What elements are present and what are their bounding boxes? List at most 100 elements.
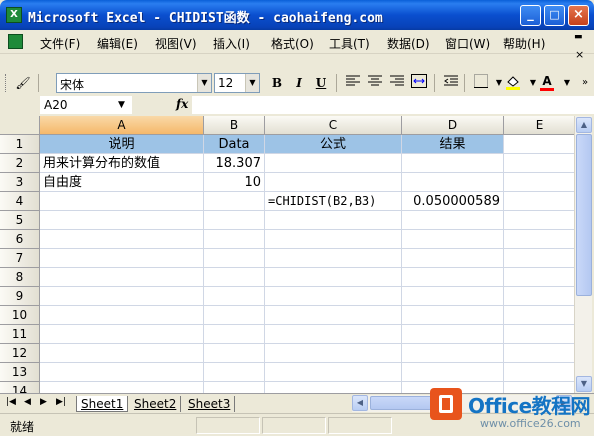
chevron-down-icon[interactable]: ▼	[118, 100, 125, 110]
cell-c14[interactable]	[265, 382, 402, 393]
toolbar-options-icon[interactable]: »	[576, 74, 594, 92]
cell-d12[interactable]	[402, 344, 504, 363]
cell-c7[interactable]	[265, 249, 402, 268]
cell-a4[interactable]	[40, 192, 204, 211]
cell-e9[interactable]	[504, 287, 574, 306]
cell-c10[interactable]	[265, 306, 402, 325]
menu-data[interactable]: 数据(D)	[387, 35, 430, 52]
workbook-icon[interactable]	[8, 34, 23, 49]
chevron-down-icon[interactable]: ▼	[197, 74, 211, 92]
row-header[interactable]: 2	[0, 154, 40, 173]
cell-e11[interactable]	[504, 325, 574, 344]
cell-d2[interactable]	[402, 154, 504, 173]
cell-a13[interactable]	[40, 363, 204, 382]
cell-e4[interactable]	[504, 192, 574, 211]
next-sheet-icon[interactable]: ▶	[40, 397, 47, 407]
cell-c6[interactable]	[265, 230, 402, 249]
menu-window[interactable]: 窗口(W)	[445, 35, 490, 52]
cell-a10[interactable]	[40, 306, 204, 325]
row-header[interactable]: 6	[0, 230, 40, 249]
cell-a9[interactable]	[40, 287, 204, 306]
cell-a3[interactable]: 自由度	[40, 173, 204, 192]
cell-e10[interactable]	[504, 306, 574, 325]
row-header[interactable]: 3	[0, 173, 40, 192]
cell-a2[interactable]: 用来计算分布的数值	[40, 154, 204, 173]
scroll-left-button[interactable]: ◀	[352, 395, 368, 411]
font-name-select[interactable]: 宋体 ▼	[56, 73, 212, 93]
cell-b14[interactable]	[204, 382, 265, 393]
cell-b12[interactable]	[204, 344, 265, 363]
cell-b9[interactable]	[204, 287, 265, 306]
menu-insert[interactable]: 插入(I)	[213, 35, 250, 52]
cell-b5[interactable]	[204, 211, 265, 230]
sheet-tab-sheet3[interactable]: Sheet3	[184, 396, 236, 412]
format-painter-icon[interactable]: 🖌	[14, 74, 32, 92]
cell-b1[interactable]: Data	[204, 135, 265, 154]
chevron-down-icon[interactable]: ▼	[245, 74, 259, 92]
vertical-scrollbar[interactable]: ▲ ▼	[574, 116, 592, 393]
cell-b2[interactable]: 18.307	[204, 154, 265, 173]
doc-close-button[interactable]: ×	[575, 48, 584, 61]
cell-c2[interactable]	[265, 154, 402, 173]
row-header[interactable]: 7	[0, 249, 40, 268]
font-size-select[interactable]: 12 ▼	[214, 73, 260, 93]
prev-sheet-icon[interactable]: ◀	[24, 397, 31, 407]
cell-b7[interactable]	[204, 249, 265, 268]
cell-d8[interactable]	[402, 268, 504, 287]
menu-view[interactable]: 视图(V)	[155, 35, 197, 52]
vertical-scroll-thumb[interactable]	[576, 134, 592, 296]
borders-icon[interactable]	[472, 74, 490, 92]
row-header[interactable]: 13	[0, 363, 40, 382]
cell-c4[interactable]: =CHIDIST(B2,B3)	[265, 192, 402, 211]
cell-d11[interactable]	[402, 325, 504, 344]
cell-d6[interactable]	[402, 230, 504, 249]
row-header[interactable]: 1	[0, 135, 40, 154]
cell-a6[interactable]	[40, 230, 204, 249]
menu-file[interactable]: 文件(F)	[40, 35, 80, 52]
cell-a14[interactable]	[40, 382, 204, 393]
first-sheet-icon[interactable]: |◀	[6, 397, 16, 407]
cell-d3[interactable]	[402, 173, 504, 192]
row-header[interactable]: 12	[0, 344, 40, 363]
cell-c9[interactable]	[265, 287, 402, 306]
cell-d10[interactable]	[402, 306, 504, 325]
cell-a8[interactable]	[40, 268, 204, 287]
sheet-tab-sheet2[interactable]: Sheet2	[130, 396, 182, 412]
row-header[interactable]: 11	[0, 325, 40, 344]
cell-c3[interactable]	[265, 173, 402, 192]
cell-c13[interactable]	[265, 363, 402, 382]
maximize-button[interactable]: □	[544, 5, 565, 26]
cell-e1[interactable]	[504, 135, 574, 154]
row-header[interactable]: 9	[0, 287, 40, 306]
underline-button[interactable]: U	[312, 74, 330, 92]
cell-d7[interactable]	[402, 249, 504, 268]
cell-a7[interactable]	[40, 249, 204, 268]
cell-c8[interactable]	[265, 268, 402, 287]
align-left-icon[interactable]	[344, 74, 362, 92]
cell-c1[interactable]: 公式	[265, 135, 402, 154]
cell-a5[interactable]	[40, 211, 204, 230]
row-header[interactable]: 10	[0, 306, 40, 325]
cell-c11[interactable]	[265, 325, 402, 344]
menu-edit[interactable]: 编辑(E)	[97, 35, 138, 52]
menu-tools[interactable]: 工具(T)	[329, 35, 370, 52]
cell-d1[interactable]: 结果	[402, 135, 504, 154]
cell-a1[interactable]: 说明	[40, 135, 204, 154]
close-button[interactable]: ×	[568, 5, 589, 26]
cell-a12[interactable]	[40, 344, 204, 363]
row-header[interactable]: 5	[0, 211, 40, 230]
row-header[interactable]: 4	[0, 192, 40, 211]
row-header[interactable]: 8	[0, 268, 40, 287]
cell-e12[interactable]	[504, 344, 574, 363]
minimize-button[interactable]: _	[520, 5, 541, 26]
cell-b13[interactable]	[204, 363, 265, 382]
doc-minimize-button[interactable]: ▬	[574, 32, 583, 42]
cell-e5[interactable]	[504, 211, 574, 230]
align-center-icon[interactable]	[366, 74, 384, 92]
cell-b3[interactable]: 10	[204, 173, 265, 192]
menu-help[interactable]: 帮助(H)	[503, 35, 545, 52]
column-header-d[interactable]: D	[402, 116, 504, 135]
cell-b6[interactable]	[204, 230, 265, 249]
sheet-tab-sheet1[interactable]: Sheet1	[76, 396, 129, 412]
excel-icon[interactable]: X	[6, 7, 22, 23]
